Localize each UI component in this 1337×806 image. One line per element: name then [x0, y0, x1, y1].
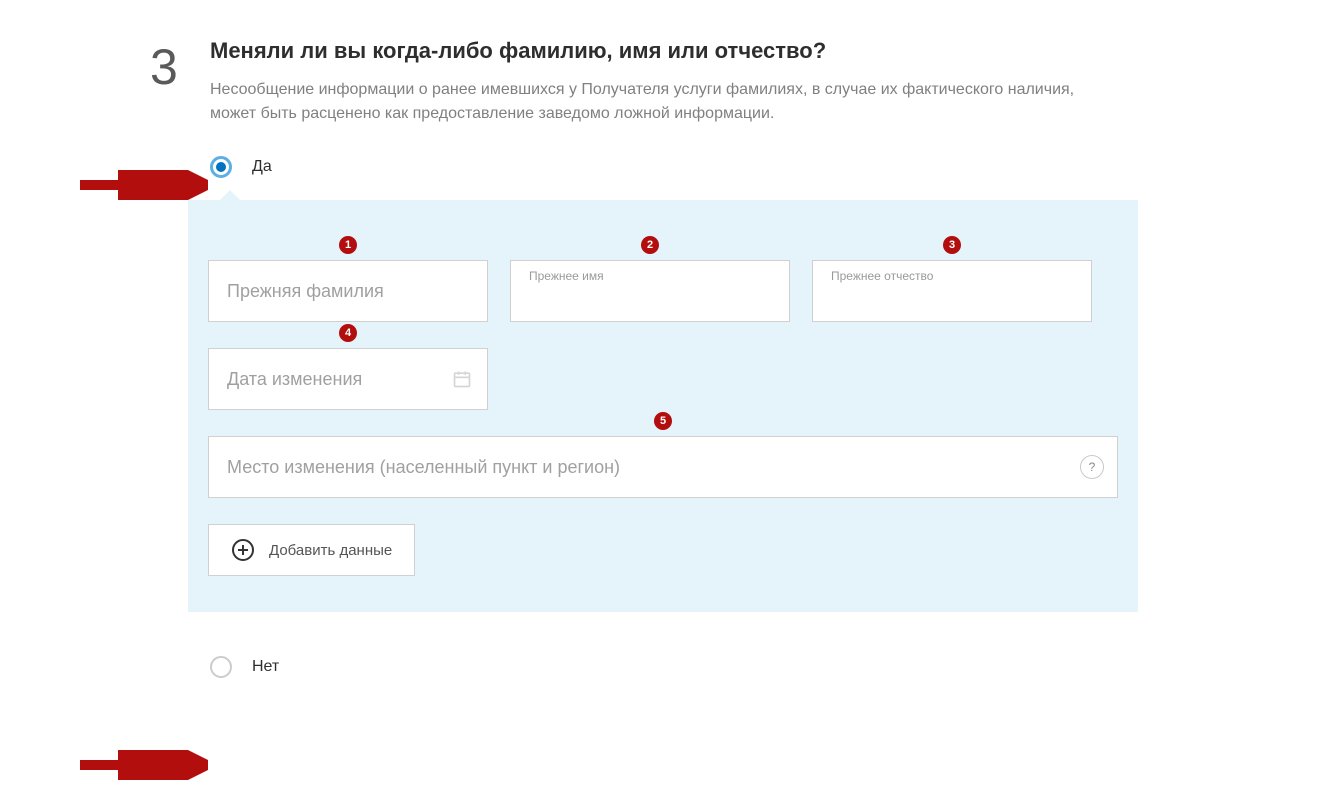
change-place-input[interactable]	[208, 436, 1118, 498]
badge-4: 4	[339, 324, 357, 342]
plus-icon	[231, 538, 255, 562]
badge-5: 5	[654, 412, 672, 430]
prev-name-label: Прежнее имя	[529, 269, 604, 283]
radio-yes-label: Да	[252, 158, 272, 176]
change-date-field: 4	[208, 348, 488, 410]
radio-yes[interactable]: Да	[210, 156, 1150, 178]
badge-2: 2	[641, 236, 659, 254]
add-data-button[interactable]: Добавить данные	[208, 524, 415, 576]
step-number: 3	[150, 38, 178, 96]
question-hint: Несообщение информации о ранее имевшихся…	[210, 78, 1080, 126]
prev-patronymic-input[interactable]	[831, 292, 1077, 311]
radio-no-label: Нет	[252, 658, 279, 676]
annotation-arrow-no	[80, 750, 208, 780]
badge-1: 1	[339, 236, 357, 254]
question-title: Меняли ли вы когда-либо фамилию, имя или…	[210, 38, 1150, 64]
prev-name-field: 2 Прежнее имя	[510, 260, 790, 322]
name-change-section: 1 2 Прежнее имя 3 Прежнее отчество	[188, 200, 1138, 612]
change-place-field: 5 ?	[208, 436, 1118, 498]
prev-patronymic-field: 3 Прежнее отчество	[812, 260, 1092, 322]
prev-patronymic-label: Прежнее отчество	[831, 269, 933, 283]
add-data-label: Добавить данные	[269, 542, 392, 559]
prev-name-input[interactable]	[529, 292, 775, 311]
prev-surname-input[interactable]	[208, 260, 488, 322]
calendar-icon[interactable]	[452, 369, 472, 389]
radio-yes-control[interactable]	[210, 156, 232, 178]
help-icon[interactable]: ?	[1080, 455, 1104, 479]
prev-surname-field: 1	[208, 260, 488, 322]
radio-no[interactable]: Нет	[210, 656, 1150, 678]
badge-3: 3	[943, 236, 961, 254]
change-date-input[interactable]	[208, 348, 488, 410]
radio-no-control[interactable]	[210, 656, 232, 678]
